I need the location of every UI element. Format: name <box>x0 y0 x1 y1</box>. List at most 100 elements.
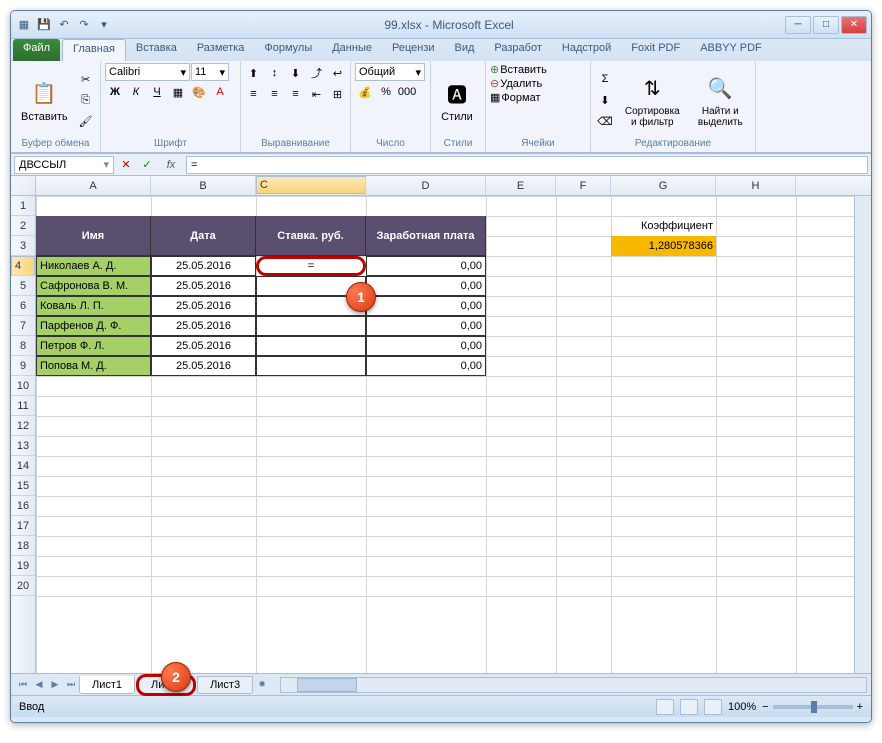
align-middle-icon[interactable]: ↕ <box>265 63 285 83</box>
align-center-icon[interactable]: ≡ <box>265 84 285 104</box>
row-header-11[interactable]: 11 <box>11 396 35 416</box>
align-bottom-icon[interactable]: ⬇ <box>286 63 306 83</box>
qat-dropdown-icon[interactable]: ▾ <box>95 16 113 34</box>
row-header-16[interactable]: 16 <box>11 496 35 516</box>
styles-button[interactable]: 🅰 Стили <box>435 75 479 125</box>
column-header-B[interactable]: B <box>151 176 256 195</box>
number-format-select[interactable]: Общий▾ <box>355 63 425 81</box>
fill-icon[interactable]: ⬇ <box>595 90 615 110</box>
cell-B4[interactable]: 25.05.2016 <box>151 256 256 276</box>
zoom-slider[interactable] <box>773 705 853 709</box>
underline-button[interactable]: Ч <box>147 82 167 102</box>
row-header-3[interactable]: 3 <box>11 236 35 256</box>
undo-icon[interactable]: ↶ <box>55 16 73 34</box>
column-header-C[interactable]: C <box>256 176 366 194</box>
clear-icon[interactable]: ⌫ <box>595 111 615 131</box>
row-header-8[interactable]: 8 <box>11 336 35 356</box>
border-button[interactable]: ▦ <box>168 82 188 102</box>
tab-abbyy[interactable]: ABBYY PDF <box>690 39 772 61</box>
cells-grid[interactable]: Коэффициент1,280578366ИмяДатаСтавка. руб… <box>36 196 871 673</box>
cell-D9[interactable]: 0,00 <box>366 356 486 376</box>
tab-insert[interactable]: Вставка <box>126 39 187 61</box>
row-header-13[interactable]: 13 <box>11 436 35 456</box>
cell-B9[interactable]: 25.05.2016 <box>151 356 256 376</box>
find-select-button[interactable]: 🔍 Найти и выделить <box>690 70 751 130</box>
cut-icon[interactable]: ✂ <box>76 69 96 89</box>
row-header-9[interactable]: 9 <box>11 356 35 376</box>
row-header-18[interactable]: 18 <box>11 536 35 556</box>
autosum-icon[interactable]: Σ <box>595 69 615 89</box>
formula-input[interactable]: = <box>186 156 868 174</box>
column-header-H[interactable]: H <box>716 176 796 195</box>
zoom-in-icon[interactable]: + <box>857 701 863 713</box>
cells-format-button[interactable]: ▦Формат <box>490 91 586 104</box>
fill-color-button[interactable]: 🎨 <box>189 82 209 102</box>
sort-filter-button[interactable]: ⇅ Сортировка и фильтр <box>617 70 688 130</box>
comma-icon[interactable]: 000 <box>397 82 417 102</box>
cell-D7[interactable]: 0,00 <box>366 316 486 336</box>
row-header-17[interactable]: 17 <box>11 516 35 536</box>
cell-B7[interactable]: 25.05.2016 <box>151 316 256 336</box>
column-header-D[interactable]: D <box>366 176 486 195</box>
cell-C9[interactable] <box>256 356 366 376</box>
fx-icon[interactable]: fx <box>161 156 181 174</box>
horizontal-scrollbar[interactable] <box>280 677 867 693</box>
cell-A2[interactable]: Имя <box>36 216 151 256</box>
name-box[interactable]: ДВССЫЛ▾ <box>14 156 114 174</box>
percent-icon[interactable]: % <box>376 82 396 102</box>
cell-D5[interactable]: 0,00 <box>366 276 486 296</box>
format-painter-icon[interactable]: 🖌 <box>76 111 96 131</box>
italic-button[interactable]: К <box>126 82 146 102</box>
cell-A4[interactable]: Николаев А. Д. <box>36 256 151 276</box>
maximize-button[interactable]: □ <box>813 16 839 34</box>
align-top-icon[interactable]: ⬆ <box>244 63 264 83</box>
font-size-select[interactable]: 11▾ <box>191 63 229 81</box>
cell-D4[interactable]: 0,00 <box>366 256 486 276</box>
font-family-select[interactable]: Calibri▾ <box>105 63 190 81</box>
tab-review[interactable]: Рецензи <box>382 39 445 61</box>
cell-A9[interactable]: Попова М. Д. <box>36 356 151 376</box>
minimize-button[interactable]: ─ <box>785 16 811 34</box>
sheet-tab-1[interactable]: Лист1 <box>79 676 135 694</box>
merge-icon[interactable]: ⊞ <box>328 84 348 104</box>
row-header-5[interactable]: 5 <box>11 276 35 296</box>
zoom-out-icon[interactable]: − <box>762 701 768 713</box>
tab-developer[interactable]: Разработ <box>484 39 551 61</box>
wrap-icon[interactable]: ↩ <box>328 63 348 83</box>
cells-insert-button[interactable]: ⊕Вставить <box>490 63 586 76</box>
view-pagebreak-icon[interactable] <box>704 699 722 715</box>
tab-view[interactable]: Вид <box>445 39 485 61</box>
cell-B2[interactable]: Дата <box>151 216 256 256</box>
cell-G3[interactable]: 1,280578366 <box>611 236 716 256</box>
column-header-F[interactable]: F <box>556 176 611 195</box>
column-header-E[interactable]: E <box>486 176 556 195</box>
align-right-icon[interactable]: ≡ <box>286 84 306 104</box>
close-button[interactable]: ✕ <box>841 16 867 34</box>
column-header-A[interactable]: A <box>36 176 151 195</box>
row-header-7[interactable]: 7 <box>11 316 35 336</box>
cell-C8[interactable] <box>256 336 366 356</box>
cell-D2[interactable]: Заработная плата <box>366 216 486 256</box>
indent-dec-icon[interactable]: ⇤ <box>307 84 327 104</box>
row-header-20[interactable]: 20 <box>11 576 35 596</box>
zoom-control[interactable]: − + <box>762 701 863 713</box>
bold-button[interactable]: Ж <box>105 82 125 102</box>
cell-C4[interactable]: = <box>256 256 366 276</box>
sheet-tab-3[interactable]: Лист3 <box>197 676 253 694</box>
new-sheet-icon[interactable]: ✸ <box>254 677 270 693</box>
tab-nav-last-icon[interactable]: ⏭ <box>63 677 79 693</box>
row-header-4[interactable]: 4 <box>11 256 35 276</box>
row-header-19[interactable]: 19 <box>11 556 35 576</box>
tab-nav-prev-icon[interactable]: ◀ <box>31 677 47 693</box>
row-header-6[interactable]: 6 <box>11 296 35 316</box>
tab-data[interactable]: Данные <box>322 39 382 61</box>
orientation-icon[interactable]: ⤴ <box>307 63 327 83</box>
row-header-10[interactable]: 10 <box>11 376 35 396</box>
accept-formula-icon[interactable]: ✓ <box>137 156 157 174</box>
save-icon[interactable]: 💾 <box>35 16 53 34</box>
redo-icon[interactable]: ↷ <box>75 16 93 34</box>
cell-B5[interactable]: 25.05.2016 <box>151 276 256 296</box>
tab-foxit[interactable]: Foxit PDF <box>621 39 690 61</box>
font-color-button[interactable]: A <box>210 82 230 102</box>
row-header-1[interactable]: 1 <box>11 196 35 216</box>
